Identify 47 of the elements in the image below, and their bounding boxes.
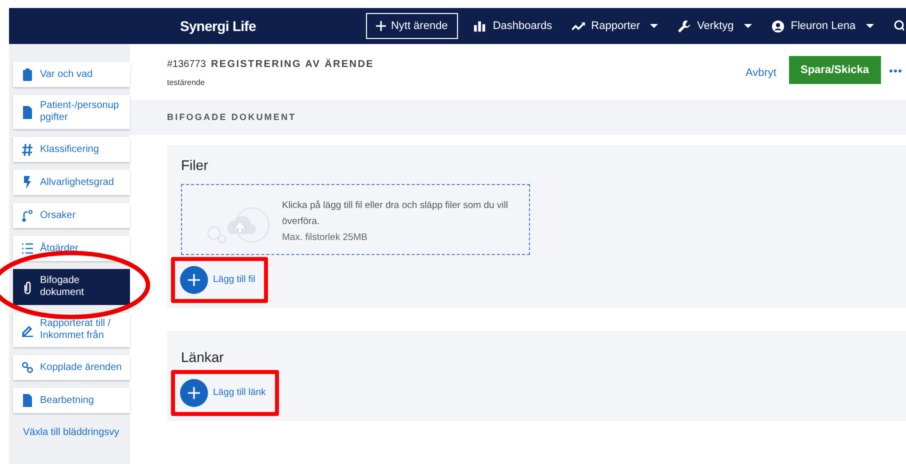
sidebar-item[interactable]: Var och vad <box>13 62 130 87</box>
bar-chart-icon <box>474 20 487 32</box>
sidebar-item[interactable]: Kopplade ärenden <box>13 355 130 380</box>
section-title: BIFOGADE DOKUMENT <box>167 110 296 124</box>
nav-menu-item[interactable]: Verktyg <box>678 18 752 34</box>
hash-icon <box>22 143 33 156</box>
nav-menu-item[interactable]: Dashboards <box>474 18 552 34</box>
drop-zone-text: Klicka på lägg till fil eller dra och släpp filer som du vill överföra. <box>282 199 509 229</box>
document-icon <box>22 106 33 118</box>
file-size-limit: Max. filstorlek 25MB <box>282 231 369 245</box>
nav-menu-item[interactable]: Fleuron Lena <box>772 18 874 34</box>
cancel-button[interactable]: Avbryt <box>746 65 776 82</box>
lightning-icon <box>22 176 33 189</box>
more-icon[interactable] <box>889 69 902 73</box>
new-case-button[interactable]: Nytt ärende <box>366 13 458 39</box>
paperclip-icon <box>22 280 33 294</box>
sidebar-item[interactable]: Orsaker <box>13 203 130 228</box>
page-title: REGISTRERING AV ÄRENDE <box>210 58 374 72</box>
clipboard-icon <box>22 68 33 81</box>
sidebar-item[interactable]: Rapporterat till / Inkommet från <box>13 313 130 347</box>
list-icon <box>22 242 33 255</box>
route-icon <box>22 209 33 222</box>
sidebar-item[interactable]: Bifogade dokument <box>13 269 130 305</box>
plus-circle-icon <box>180 379 208 407</box>
add-button[interactable]: Lägg till länk <box>180 379 270 407</box>
plus-icon <box>376 21 386 31</box>
sidebar-item[interactable]: Allvarlighetsgrad <box>13 170 130 195</box>
case-subtitle: testärende <box>167 77 206 89</box>
trend-line-icon <box>572 20 586 32</box>
card-title: Länkar <box>181 348 225 367</box>
sidebar-item[interactable]: Patient-/personup pgifter <box>13 95 130 129</box>
pen-icon <box>22 324 33 336</box>
save-button[interactable]: Spara/Skicka <box>788 56 881 84</box>
search-icon[interactable] <box>894 20 904 32</box>
nav-menu-item[interactable]: Rapporter <box>572 18 658 34</box>
sidebar-item[interactable]: Klassificering <box>13 137 130 162</box>
link-icon <box>22 361 33 374</box>
card-title: Filer <box>181 156 210 175</box>
plus-circle-icon <box>180 266 208 294</box>
app-logo: Synergi Life <box>180 16 256 36</box>
wrench-icon <box>678 20 692 32</box>
toggle-view-link[interactable]: Växla till bläddringsvy <box>13 425 130 440</box>
user-circle-icon <box>772 20 785 32</box>
sidebar-item[interactable]: Bearbetning <box>13 388 130 413</box>
case-number: #136773 <box>167 58 206 72</box>
add-button[interactable]: Lägg till fil <box>180 266 260 294</box>
document-icon <box>22 394 33 407</box>
